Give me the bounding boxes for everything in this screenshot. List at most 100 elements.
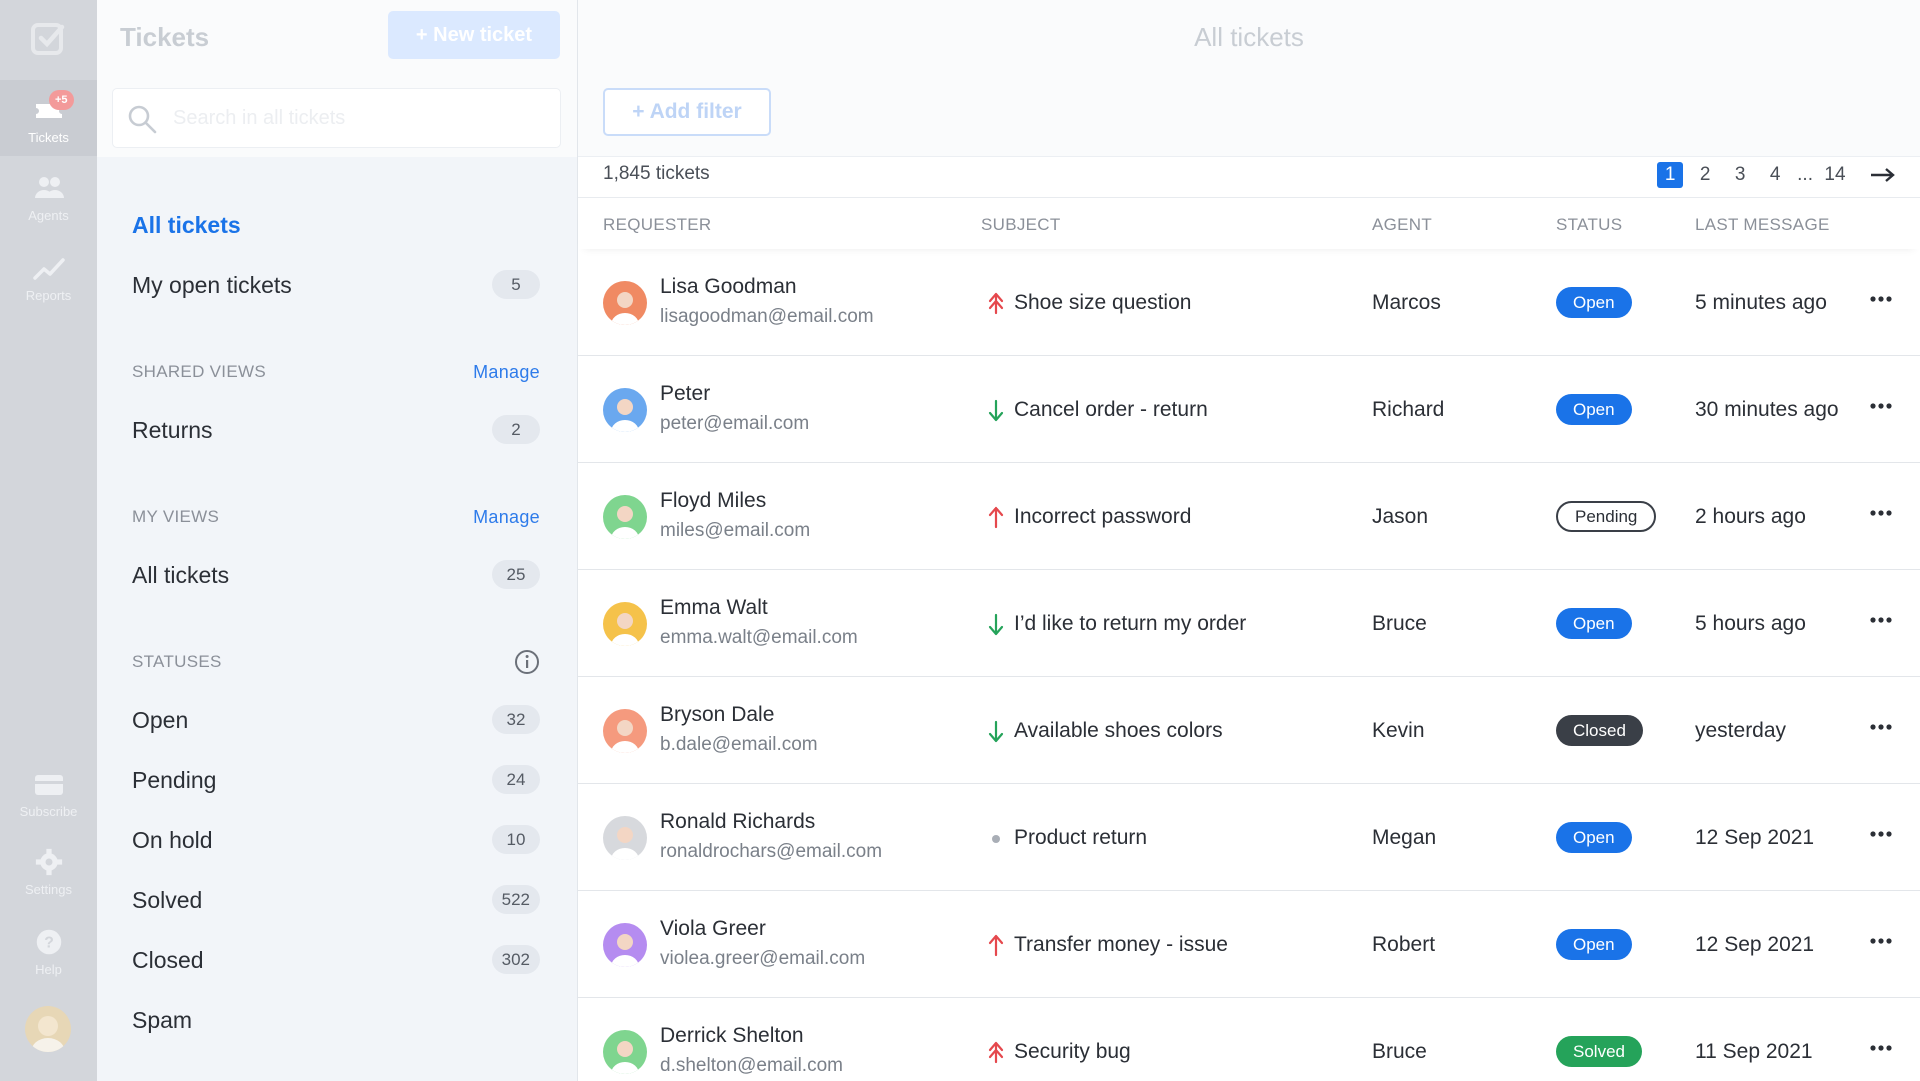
more-options-icon[interactable]	[1870, 402, 1892, 410]
nav-status-solved[interactable]: Solved 522	[132, 880, 540, 920]
table-row[interactable]: Ronald Richards ronaldrochars@email.com Pr…	[578, 784, 1920, 891]
page-4[interactable]: 4	[1762, 162, 1788, 188]
tickets-nav: Tickets + New ticket All tickets My open…	[97, 0, 578, 1081]
app-logo-icon[interactable]	[30, 20, 68, 58]
add-filter-button[interactable]: + Add filter	[603, 88, 771, 136]
more-options-icon[interactable]	[1870, 616, 1892, 624]
requester-avatar	[603, 602, 647, 646]
statuses-title: STATUSES	[132, 652, 222, 671]
column-agent[interactable]: AGENT	[1372, 215, 1432, 235]
rail-tickets-label: Tickets	[28, 130, 69, 145]
nav-view-returns[interactable]: Returns 2	[132, 410, 540, 450]
agents-icon	[34, 177, 64, 198]
requester-email: peter@email.com	[660, 413, 810, 434]
nav-status-closed[interactable]: Closed 302	[132, 940, 540, 980]
table-row[interactable]: Floyd Miles miles@email.com Incorrect pass…	[578, 463, 1920, 570]
requester-email: b.dale@email.com	[660, 734, 818, 755]
column-last-message[interactable]: LAST MESSAGE	[1695, 215, 1830, 235]
more-options-icon[interactable]	[1870, 723, 1892, 731]
table-header: REQUESTER SUBJECT AGENT STATUS LAST MESS…	[578, 197, 1920, 249]
more-options-icon[interactable]	[1870, 1044, 1892, 1052]
more-options-icon[interactable]	[1870, 295, 1892, 303]
ticket-agent: Megan	[1372, 826, 1437, 849]
more-options-icon[interactable]	[1870, 509, 1892, 517]
requester-avatar	[603, 816, 647, 860]
nav-status-pending[interactable]: Pending 24	[132, 760, 540, 800]
arrow-right-icon[interactable]	[1870, 167, 1896, 183]
nav-view-all-tickets[interactable]: All tickets 25	[132, 555, 540, 595]
page-last[interactable]: 14	[1822, 162, 1848, 188]
search-input[interactable]	[173, 103, 543, 133]
page-3[interactable]: 3	[1727, 162, 1753, 188]
nav-my-open-tickets[interactable]: My open tickets 5	[132, 265, 540, 305]
more-options-icon[interactable]	[1870, 830, 1892, 838]
requester-name: Peter	[660, 382, 711, 405]
rail-subscribe-label: Subscribe	[19, 804, 78, 819]
rail-help[interactable]: ? Help	[0, 918, 97, 994]
page-1[interactable]: 1	[1657, 162, 1684, 188]
nav-status-on-hold[interactable]: On hold 10	[132, 820, 540, 860]
nav-status-open[interactable]: Open 32	[132, 700, 540, 740]
ticket-subject[interactable]: Transfer money - issue	[1014, 933, 1228, 957]
requester-avatar	[603, 388, 647, 432]
nav-header: Tickets + New ticket	[97, 0, 577, 157]
page-2[interactable]: 2	[1692, 162, 1718, 188]
table-row[interactable]: Lisa Goodman lisagoodman@email.com Shoe si…	[578, 249, 1920, 356]
requester-email: ronaldrochars@email.com	[660, 841, 883, 862]
ticket-subject[interactable]: Security bug	[1014, 1040, 1131, 1064]
priority-low-icon	[988, 399, 1004, 422]
status-badge: Solved	[1556, 1036, 1642, 1067]
table-row[interactable]: Peter peter@email.com Cancel order - retur…	[578, 356, 1920, 463]
table-row[interactable]: Derrick Shelton d.shelton@email.com Securi…	[578, 998, 1920, 1081]
rail-reports[interactable]: Reports	[0, 240, 97, 316]
rail-tickets[interactable]: +5 Tickets	[0, 80, 97, 156]
nav-my-open-tickets-count: 5	[492, 270, 540, 299]
column-requester[interactable]: REQUESTER	[603, 215, 712, 235]
shared-views-manage-link[interactable]: Manage	[473, 362, 540, 383]
person-avatar-icon	[611, 399, 639, 432]
table-row[interactable]: Emma Walt emma.walt@email.com I’d like to …	[578, 570, 1920, 677]
ticket-subject[interactable]: Shoe size question	[1014, 291, 1191, 315]
requester-avatar	[603, 709, 647, 753]
my-views-title: MY VIEWS	[132, 507, 220, 526]
credit-card-icon	[34, 775, 63, 795]
status-badge: Open	[1556, 822, 1632, 853]
table-row[interactable]: Bryson Dale b.dale@email.com Available sho…	[578, 677, 1920, 784]
requester-avatar	[603, 281, 647, 325]
ticket-subject[interactable]: Cancel order - return	[1014, 398, 1208, 422]
column-subject[interactable]: SUBJECT	[981, 215, 1061, 235]
rail-settings[interactable]: Settings	[0, 838, 97, 914]
my-views-manage-link[interactable]: Manage	[473, 507, 540, 528]
ticket-subject[interactable]: Available shoes colors	[1014, 719, 1223, 743]
requester-name: Derrick Shelton	[660, 1024, 804, 1047]
ticket-subject[interactable]: Incorrect password	[1014, 505, 1191, 529]
user-avatar[interactable]	[25, 1006, 71, 1052]
nav-status-spam[interactable]: Spam	[132, 1000, 540, 1040]
person-avatar-icon	[611, 1041, 639, 1074]
table-row[interactable]: Viola Greer violea.greer@email.com Transfe…	[578, 891, 1920, 998]
search-box	[112, 88, 561, 148]
nav-status-count: 302	[491, 945, 540, 974]
nav-all-tickets[interactable]: All tickets	[132, 205, 540, 245]
requester-name: Lisa Goodman	[660, 275, 797, 298]
priority-normal-icon	[992, 835, 1000, 843]
more-options-icon[interactable]	[1870, 937, 1892, 945]
nav-all-tickets-label: All tickets	[132, 212, 241, 238]
info-icon[interactable]	[514, 649, 540, 675]
statuses-section: STATUSES	[132, 647, 540, 677]
rail-settings-label: Settings	[25, 882, 72, 897]
nav-view-count: 25	[492, 560, 540, 589]
column-status[interactable]: STATUS	[1556, 215, 1622, 235]
rail-subscribe[interactable]: Subscribe	[0, 758, 97, 834]
ticket-subject[interactable]: I’d like to return my order	[1014, 612, 1246, 636]
nav-status-label: On hold	[132, 827, 213, 853]
ticket-subject[interactable]: Product return	[1014, 826, 1147, 850]
tickets-badge: +5	[49, 90, 74, 110]
new-ticket-button[interactable]: + New ticket	[388, 11, 560, 59]
page-ellipsis: ...	[1797, 164, 1813, 185]
status-badge: Open	[1556, 608, 1632, 639]
requester-name: Emma Walt	[660, 596, 768, 619]
rail-agents[interactable]: Agents	[0, 160, 97, 236]
nav-status-label: Closed	[132, 947, 204, 973]
search-icon	[128, 105, 157, 134]
